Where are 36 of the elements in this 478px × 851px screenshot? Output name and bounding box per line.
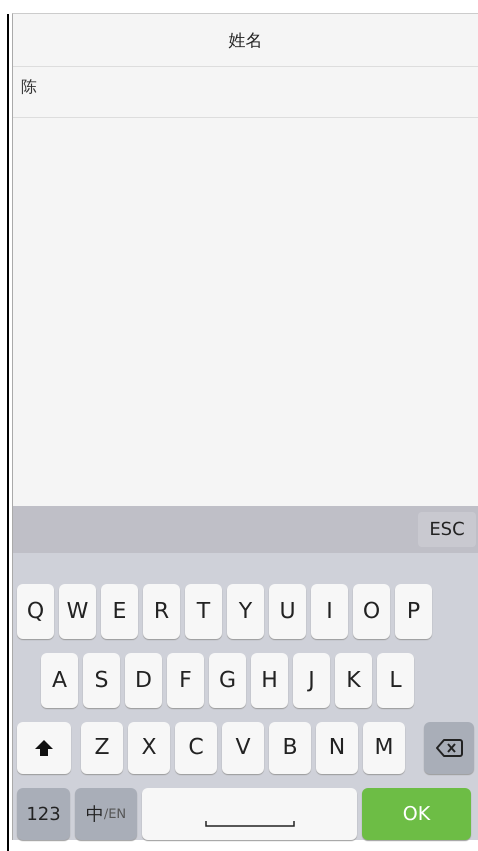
backspace-icon <box>435 738 463 758</box>
letter-key[interactable]: T <box>185 584 222 639</box>
letter-key[interactable]: J <box>293 652 330 708</box>
letter-key[interactable]: Y <box>227 584 264 639</box>
letter-key[interactable]: F <box>167 652 204 708</box>
letter-key[interactable]: W <box>59 584 96 639</box>
letter-key[interactable]: L <box>377 652 414 708</box>
letter-key[interactable]: O <box>353 584 390 639</box>
letter-key[interactable]: Z <box>81 722 123 774</box>
letter-key[interactable]: Q <box>17 584 54 639</box>
letter-key[interactable]: V <box>222 722 264 774</box>
shift-key[interactable] <box>17 722 71 774</box>
letter-key[interactable]: N <box>316 722 358 774</box>
letter-key[interactable]: E <box>101 584 138 639</box>
letter-key[interactable]: D <box>125 652 162 708</box>
input-field[interactable]: 陈 <box>13 67 478 118</box>
letter-key[interactable]: A <box>41 652 78 708</box>
numbers-key[interactable]: 123 <box>17 788 70 840</box>
letter-key[interactable]: K <box>335 652 372 708</box>
letter-key[interactable]: B <box>269 722 311 774</box>
page-title: 姓名 <box>13 14 478 67</box>
letter-key[interactable]: X <box>128 722 170 774</box>
shift-icon <box>34 738 54 757</box>
letter-key[interactable]: M <box>363 722 405 774</box>
letter-key[interactable]: C <box>175 722 217 774</box>
letter-key[interactable]: I <box>311 584 348 639</box>
letter-key[interactable]: R <box>143 584 180 639</box>
backspace-key[interactable] <box>424 722 474 774</box>
language-key[interactable]: 中/EN <box>75 788 137 840</box>
letter-key[interactable]: P <box>395 584 432 639</box>
esc-button[interactable]: ESC <box>418 512 476 547</box>
letter-key[interactable]: U <box>269 584 306 639</box>
letter-key[interactable]: S <box>83 652 120 708</box>
space-icon <box>204 820 294 828</box>
letter-key[interactable]: G <box>209 652 246 708</box>
letter-key[interactable]: H <box>251 652 288 708</box>
